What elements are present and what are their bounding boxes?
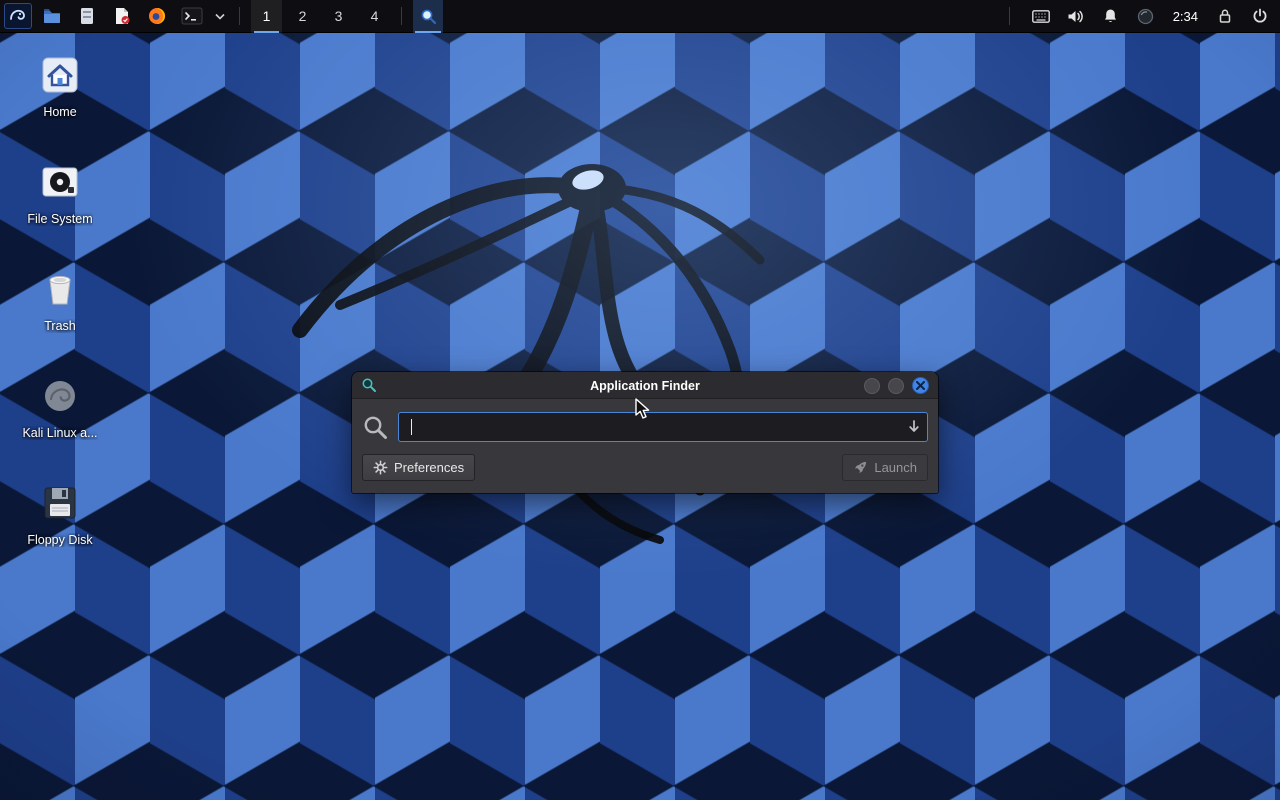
logout-button[interactable] (1250, 4, 1270, 28)
window-controls (864, 377, 929, 394)
search-icon (361, 377, 377, 393)
text-editor-launcher[interactable] (107, 2, 137, 31)
search-icon (362, 414, 389, 441)
workspace-button-3[interactable]: 3 (323, 0, 354, 33)
preferences-button-label: Preferences (394, 460, 464, 475)
folder-icon (42, 6, 62, 26)
titlebar[interactable]: Application Finder (352, 372, 938, 399)
terminal-launcher[interactable] (177, 2, 207, 31)
close-icon (916, 381, 925, 390)
bell-icon (1103, 8, 1118, 24)
terminal-icon (181, 6, 203, 26)
panel-separator (239, 7, 240, 25)
desktop-icon-floppy-disk[interactable]: Floppy Disk (10, 476, 110, 570)
minimize-button[interactable] (864, 378, 880, 394)
search-entry (398, 412, 928, 442)
arrow-down-icon (907, 419, 921, 435)
notification-indicator[interactable] (1101, 4, 1121, 28)
desktop-screen: 1 2 3 4 (0, 0, 1280, 800)
speaker-icon (1067, 9, 1084, 24)
desktop-icon-label: File System (27, 212, 92, 226)
search-icon (420, 8, 437, 25)
panel-separator (1009, 7, 1010, 25)
maximize-button[interactable] (888, 378, 904, 394)
desktop-icon-home[interactable]: Home (10, 48, 110, 142)
chevron-down-icon (215, 13, 225, 20)
workspace-label: 1 (263, 8, 271, 24)
finder-body: Preferences Launch (352, 399, 938, 493)
workspace-button-2[interactable]: 2 (287, 0, 318, 33)
desktop-icon-column: Home File System Trash Kal (10, 48, 110, 570)
top-panel: 1 2 3 4 (0, 0, 1280, 33)
desktop-icon-kali-docs[interactable]: Kali Linux a... (10, 369, 110, 463)
launch-button-label: Launch (874, 460, 917, 475)
gear-icon (373, 460, 388, 475)
screen-lock-button[interactable] (1215, 4, 1235, 28)
desktop-icon-label: Floppy Disk (27, 533, 92, 547)
preferences-button[interactable]: Preferences (362, 454, 475, 481)
terminal-dropdown-button[interactable] (212, 2, 228, 31)
keyboard-indicator[interactable] (1031, 4, 1051, 28)
kali-menu-button[interactable] (4, 3, 32, 29)
firefox-launcher[interactable] (142, 2, 172, 31)
close-button[interactable] (912, 377, 929, 394)
desktop-icon-file-system[interactable]: File System (10, 155, 110, 249)
launch-button[interactable]: Launch (842, 454, 928, 481)
files-launcher[interactable] (72, 2, 102, 31)
workspace-label: 4 (371, 8, 379, 24)
window-title: Application Finder (352, 372, 938, 399)
lock-icon (1218, 8, 1232, 24)
panel-separator (401, 7, 402, 25)
file-cabinet-icon (77, 6, 97, 26)
application-finder-window: Application Finder (352, 372, 938, 493)
workspace-button-1[interactable]: 1 (251, 0, 282, 33)
firefox-icon (147, 6, 167, 26)
panel-status-area: 2:34 (1003, 4, 1270, 28)
home-icon (39, 54, 81, 96)
search-row (362, 412, 928, 442)
document-icon (112, 6, 132, 26)
clock[interactable]: 2:34 (1171, 9, 1200, 24)
desktop-icon-label: Kali Linux a... (22, 426, 97, 440)
kali-circle-icon (39, 375, 81, 417)
status-orb-indicator[interactable] (1136, 4, 1156, 28)
window-app-icon (361, 377, 377, 398)
workspace-button-4[interactable]: 4 (359, 0, 390, 33)
orb-icon (1137, 8, 1154, 25)
workspace-label: 3 (335, 8, 343, 24)
text-caret (411, 419, 412, 435)
taskbar-application-finder-button[interactable] (413, 0, 443, 33)
kali-logo-icon (9, 7, 27, 25)
workspace-label: 2 (299, 8, 307, 24)
search-input[interactable] (399, 413, 927, 441)
desktop-icon-label: Trash (44, 319, 76, 333)
entry-dropdown-button[interactable] (907, 419, 921, 440)
keyboard-icon (1032, 10, 1050, 23)
power-icon (1252, 8, 1268, 24)
file-system-drive-icon (39, 161, 81, 203)
floppy-disk-icon (39, 482, 81, 524)
file-manager-launcher[interactable] (37, 2, 67, 31)
trash-icon (39, 268, 81, 310)
volume-indicator[interactable] (1066, 4, 1086, 28)
desktop-icon-label: Home (43, 105, 76, 119)
desktop-icon-trash[interactable]: Trash (10, 262, 110, 356)
launch-rocket-icon (853, 460, 868, 475)
button-row: Preferences Launch (362, 454, 928, 481)
